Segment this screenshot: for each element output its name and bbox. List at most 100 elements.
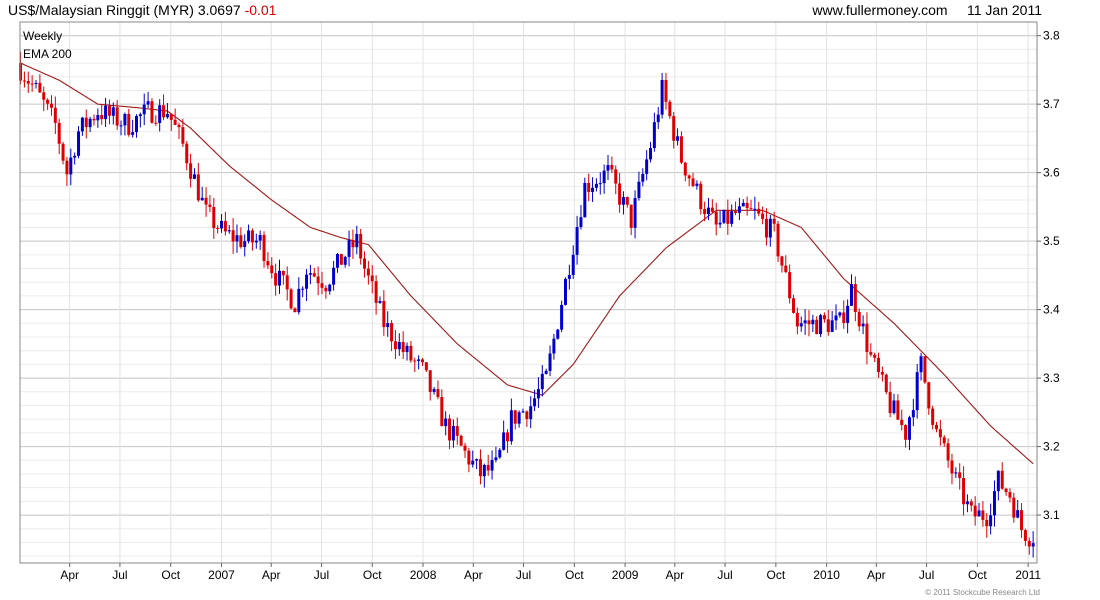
copyright: © 2011 Stockcube Research Ltd: [925, 588, 1040, 597]
candle-down: [877, 352, 881, 378]
candle-body: [502, 432, 506, 450]
x-tick-label: 2009: [612, 568, 639, 582]
candle-down: [683, 161, 687, 182]
candle-body: [649, 148, 653, 160]
candle-body: [668, 101, 672, 117]
candle-down: [776, 220, 780, 262]
candle-up: [134, 114, 138, 138]
candle-body: [923, 356, 927, 383]
candle-up: [343, 255, 347, 268]
candle-body: [904, 425, 908, 440]
candle-body: [393, 341, 397, 350]
candle-body: [575, 227, 579, 255]
candle-up: [548, 345, 552, 377]
candle-body: [857, 312, 861, 327]
candle-body: [335, 253, 339, 268]
candle-body: [150, 101, 154, 123]
candle-body: [560, 304, 564, 330]
candle-up: [915, 363, 919, 419]
candle-down: [185, 141, 189, 171]
candle-body: [552, 338, 556, 354]
candle-down: [950, 453, 954, 485]
candle-body: [819, 315, 823, 335]
candle-body: [734, 211, 738, 213]
candle-down: [1020, 503, 1024, 538]
candle-down: [687, 174, 691, 187]
x-axis-ticks: Apr Jul Oct 2007 Apr Jul Oct 2008 Apr Jul Oct 2009 A…: [60, 563, 1041, 582]
candle-body: [583, 182, 587, 218]
candle-down: [49, 95, 53, 116]
candle-body: [347, 240, 351, 257]
candle-down: [455, 417, 459, 445]
candle-up: [517, 410, 521, 428]
candle-body: [258, 234, 262, 241]
candle-down: [973, 496, 977, 526]
x-tick-label: Jul: [112, 568, 127, 582]
candle-body: [405, 345, 409, 353]
candle-up: [552, 333, 556, 360]
candle-body: [861, 323, 865, 327]
candle-body: [1031, 543, 1035, 547]
candle-up: [104, 97, 108, 127]
candle-down: [618, 173, 622, 213]
candle-body: [900, 419, 904, 426]
candle-body: [154, 122, 158, 124]
candle-body: [915, 372, 919, 411]
candle-down: [900, 409, 904, 431]
candle-body: [610, 164, 614, 170]
candle-up: [637, 171, 641, 201]
candle-body: [165, 114, 169, 118]
candle-body: [185, 143, 189, 164]
candle-up: [799, 316, 803, 332]
candle-body: [455, 426, 459, 436]
candle-body: [718, 222, 722, 225]
candle-down: [289, 287, 293, 310]
candle-body: [436, 389, 440, 398]
candle-body: [834, 315, 838, 321]
candle-body: [506, 432, 510, 442]
candle-body: [981, 510, 985, 520]
candle-body: [614, 169, 618, 184]
candle-body: [482, 464, 486, 477]
x-tick-label: Jul: [516, 568, 531, 582]
candle-up: [768, 214, 772, 247]
candle-down: [923, 356, 927, 384]
candle-body: [811, 319, 815, 325]
candle-body: [162, 105, 166, 118]
candle-body: [849, 284, 853, 306]
candle-body: [540, 373, 544, 390]
candle-up: [378, 296, 382, 304]
candle-down: [795, 307, 799, 335]
candle-body: [444, 418, 448, 427]
candle-body: [726, 210, 730, 224]
candle-body: [803, 320, 807, 324]
candle-body: [935, 424, 939, 430]
candle-down: [985, 513, 989, 538]
candle-down: [761, 206, 765, 225]
candle-down: [26, 71, 30, 93]
candle-body: [270, 265, 274, 274]
candle-down: [57, 118, 61, 155]
candle-up: [335, 253, 339, 273]
candle-down: [931, 405, 935, 430]
x-tick-label: 2010: [813, 568, 840, 582]
grid-lines: [20, 21, 1037, 563]
candle-body: [656, 114, 660, 123]
candle-body: [208, 204, 212, 207]
candle-body: [448, 418, 452, 441]
candle-body: [533, 398, 537, 407]
candle-down: [745, 196, 749, 216]
candle-body: [274, 273, 278, 286]
candle-body: [417, 359, 421, 361]
candle-body: [776, 223, 780, 257]
candle-body: [478, 459, 482, 477]
candle-body: [606, 164, 610, 171]
candle-body: [950, 460, 954, 474]
candle-body: [26, 80, 30, 84]
candle-body: [969, 501, 973, 506]
y-tick-label: 3.2: [1043, 440, 1060, 454]
candle-down: [370, 265, 374, 294]
candle-body: [200, 197, 204, 201]
candle-body: [517, 412, 521, 424]
candle-body: [784, 265, 788, 273]
